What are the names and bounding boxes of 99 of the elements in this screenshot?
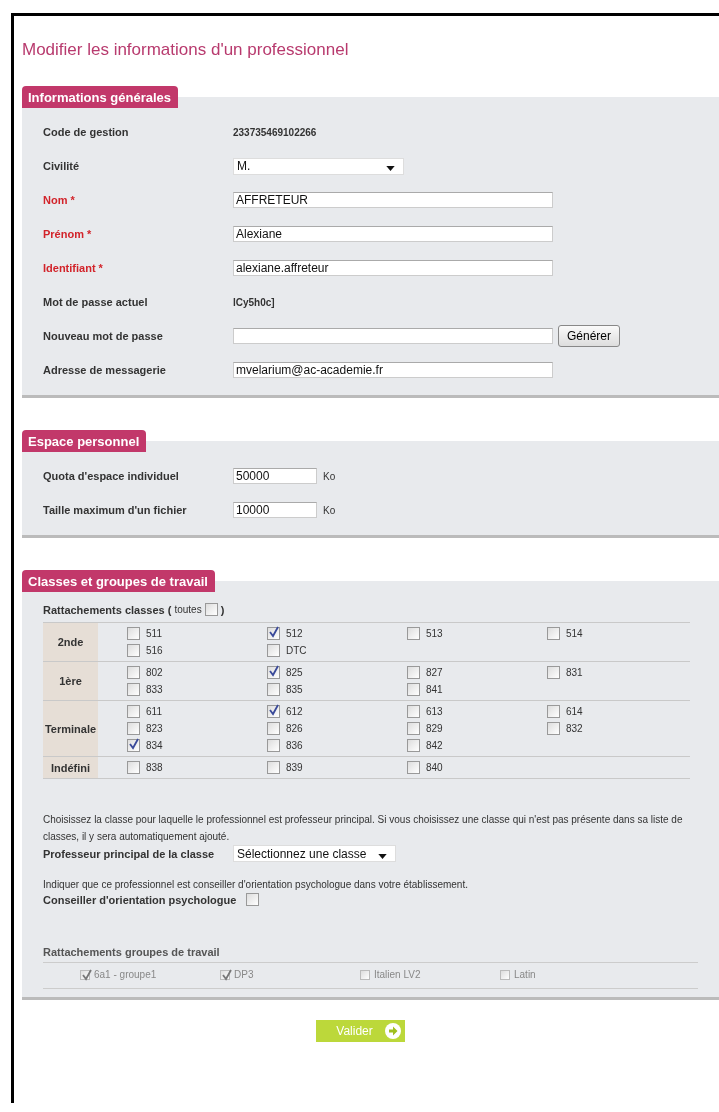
attach-label: ) [220, 603, 225, 616]
field-label: Adresse de messagerie [43, 364, 167, 376]
group-label: 6a1 - groupe1 [94, 969, 157, 980]
checkbox[interactable] [407, 739, 420, 752]
class-label: 832 [566, 723, 583, 734]
field-value: 233735469102266 [233, 126, 317, 138]
checkbox[interactable] [127, 722, 140, 735]
input-field[interactable]: alexiane.affreteur [233, 260, 553, 276]
caret-icon [378, 853, 387, 859]
class-label: 839 [286, 762, 303, 773]
checkbox[interactable] [407, 683, 420, 696]
checkbox[interactable] [127, 627, 140, 640]
help-text: Choisissez la classe pour laquelle le professionnel est professeur principal. Si vous choisissez une classe qui n'est pas présente dans sa liste de classes, il y sera automatiquement ajouté. [43, 813, 684, 844]
class-label: 835 [286, 684, 303, 695]
input-field[interactable]: Alexiane [233, 226, 553, 242]
checkbox[interactable] [547, 666, 560, 679]
class-label: 614 [566, 706, 583, 717]
field-label: Professeur principal de la classe [43, 847, 216, 860]
checkbox[interactable] [267, 644, 280, 657]
class-label: 841 [426, 684, 443, 695]
class-label: 836 [286, 740, 303, 751]
checkbox[interactable] [267, 627, 280, 640]
input-field[interactable]: mvelarium@ac-academie.fr [233, 362, 553, 378]
page-title: Modifier les informations d'un professionnel [22, 40, 350, 60]
row-label: Terminale [43, 701, 98, 756]
field-label: Prénom * [43, 228, 93, 240]
checkbox[interactable] [127, 644, 140, 657]
class-label: 825 [286, 667, 303, 678]
generate-button[interactable]: Générer [558, 325, 621, 347]
checkbox[interactable] [407, 761, 420, 774]
checkbox[interactable] [267, 739, 280, 752]
group-label: Latin [514, 969, 536, 980]
field-label: Taille maximum d'un fichier [43, 504, 188, 516]
class-label: 516 [146, 645, 163, 656]
class-label: 823 [146, 723, 163, 734]
row-label: 1ère [43, 662, 98, 700]
unit-label: Ko [323, 470, 336, 482]
checkbox[interactable] [407, 722, 420, 735]
attach-label: Rattachements classes ( [43, 603, 172, 616]
class-label: 802 [146, 667, 163, 678]
field-label: Nouveau mot de passe [43, 330, 164, 342]
checkbox[interactable] [267, 705, 280, 718]
all-label: toutes [174, 604, 202, 615]
checkbox[interactable] [407, 705, 420, 718]
class-label: 842 [426, 740, 443, 751]
caret-icon [386, 166, 395, 171]
row-label: 2nde [43, 623, 98, 661]
help-text: Indiquer que ce professionnel est conseiller d'orientation psychologue dans votre établissement. [43, 878, 469, 892]
checkbox[interactable] [267, 683, 280, 696]
checkbox[interactable] [407, 627, 420, 640]
class-label: DTC [286, 645, 307, 656]
input-field[interactable]: 50000 [233, 468, 317, 484]
checkbox[interactable] [547, 722, 560, 735]
row-label: Indéfini [43, 757, 98, 778]
class-label: 513 [426, 628, 443, 639]
class-label: 611 [146, 706, 162, 717]
groups-label: Rattachements groupes de travail [43, 946, 698, 963]
select-field[interactable]: M. [233, 157, 404, 175]
field-label: Civilité [43, 160, 81, 172]
class-label: 838 [146, 762, 163, 773]
checkbox[interactable] [267, 761, 280, 774]
group-label: Italien LV2 [374, 969, 421, 980]
field-value: lCy5h0c] [233, 296, 275, 308]
checkbox[interactable] [246, 893, 260, 906]
class-label: 840 [426, 762, 443, 773]
checkbox[interactable] [204, 603, 218, 616]
checkbox[interactable] [547, 705, 560, 718]
class-label: 829 [426, 723, 443, 734]
field-label: Conseiller d'orientation psychologue [43, 893, 237, 906]
checkbox[interactable] [547, 627, 560, 640]
checkbox[interactable] [127, 761, 140, 774]
class-label: 511 [146, 628, 162, 639]
field-label: Code de gestion [43, 126, 130, 138]
field-label: Nom * [43, 194, 76, 206]
checkbox[interactable] [267, 666, 280, 679]
class-label: 613 [426, 706, 443, 717]
field-label: Quota d'espace individuel [43, 470, 180, 482]
checkbox[interactable] [127, 666, 140, 679]
select-field[interactable]: Sélectionnez une classe [233, 845, 396, 862]
checkbox[interactable] [127, 705, 140, 718]
group-label: DP3 [234, 969, 254, 980]
class-label: 831 [566, 667, 583, 678]
class-label: 512 [286, 628, 303, 639]
checkbox[interactable] [267, 722, 280, 735]
class-label: 833 [146, 684, 163, 695]
checkbox[interactable] [407, 666, 420, 679]
class-label: 834 [146, 740, 163, 751]
class-label: 827 [426, 667, 443, 678]
unit-label: Ko [323, 504, 336, 516]
input-field[interactable]: 10000 [233, 502, 317, 518]
field-label: Mot de passe actuel [43, 296, 149, 308]
input-field[interactable]: AFFRETEUR [233, 192, 553, 208]
class-label: 612 [286, 706, 303, 717]
class-label: 826 [286, 723, 303, 734]
checkbox[interactable] [127, 739, 140, 752]
class-label: 514 [566, 628, 583, 639]
checkbox[interactable] [127, 683, 140, 696]
input-field[interactable] [233, 328, 553, 344]
field-label: Identifiant * [43, 262, 104, 274]
